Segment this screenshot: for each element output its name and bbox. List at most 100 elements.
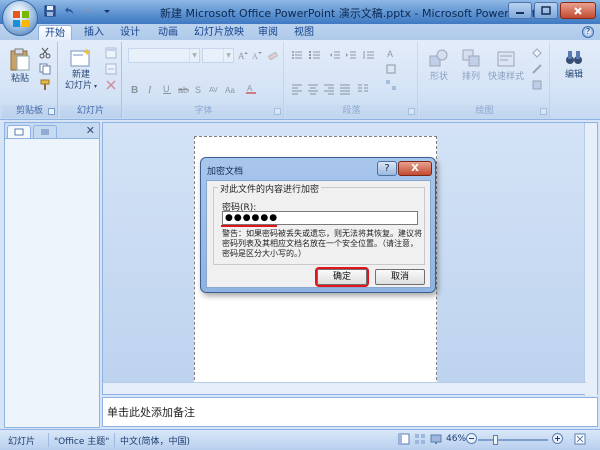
shape-fill-icon[interactable] [530,46,544,60]
zoom-slider[interactable] [478,439,548,441]
minimize-button[interactable] [508,2,532,19]
align-right-icon[interactable] [322,82,336,96]
save-icon[interactable] [42,3,58,19]
password-warning: 警告：如果密码被丢失或遗忘，则无法将其恢复。建议将密码列表及其相应文档名放在一个… [222,229,422,258]
office-button[interactable] [2,0,38,36]
password-input[interactable]: ●●●●●● [222,211,418,225]
numbering-icon[interactable] [308,48,322,62]
justify-icon[interactable] [338,82,352,96]
char-spacing-icon[interactable]: AV [208,82,222,96]
maximize-button[interactable] [534,2,558,19]
customize-qat-icon[interactable] [99,3,115,19]
vertical-scrollbar[interactable] [584,123,597,396]
copy-icon[interactable] [38,62,52,76]
svg-text:A: A [252,52,258,61]
status-slide: 幻灯片 [8,437,36,447]
grow-font-icon[interactable]: A [236,48,250,62]
quick-styles-button[interactable]: 快速样式 [486,48,526,83]
shrink-font-icon[interactable]: A [250,48,264,62]
tab-review[interactable]: 审阅 [254,25,282,40]
redo-icon[interactable] [80,3,96,19]
align-left-icon[interactable] [290,82,304,96]
shapes-button[interactable]: 形状 [424,48,454,83]
align-center-icon[interactable] [306,82,320,96]
paragraph-group-label: 段落 [286,105,417,118]
reset-slide-icon[interactable] [104,62,118,76]
tab-home[interactable]: 开始 [38,25,72,40]
font-color-icon[interactable]: A [244,82,258,96]
close-pane-icon[interactable]: ✕ [86,124,95,137]
align-text-icon[interactable] [384,62,398,76]
slide-sorter-icon[interactable] [414,433,426,448]
ribbon: 粘贴 剪贴板 新建 幻灯片 ▾ 幻灯片 ▼ ▼ A A B I U abc S … [0,40,600,120]
font-launcher[interactable] [274,108,281,115]
zoom-slider-thumb[interactable] [493,435,498,445]
text-direction-icon[interactable]: A [384,46,398,60]
italic-icon[interactable]: I [144,82,158,96]
editing-button[interactable]: 编辑 [556,48,592,81]
status-separator [114,433,115,447]
shape-effects-icon[interactable] [530,78,544,92]
help-icon[interactable]: ? [582,26,594,38]
close-window-button[interactable] [560,2,596,19]
bold-icon[interactable]: B [128,82,142,96]
font-name-combo[interactable]: ▼ [128,48,200,63]
slides-tab-icon[interactable] [7,125,31,138]
undo-icon[interactable] [61,3,77,19]
bullets-icon[interactable] [290,48,304,62]
svg-text:I: I [147,85,152,95]
normal-view-icon[interactable] [398,433,410,448]
zoom-level[interactable]: 46% [446,434,466,444]
change-case-icon[interactable]: Aa [224,82,238,96]
format-painter-icon[interactable] [38,78,52,92]
layout-icon[interactable] [104,46,118,60]
slides-outline-pane: ✕ [4,122,100,428]
outline-tab-icon[interactable] [33,125,57,138]
new-slide-button[interactable]: 新建 幻灯片 ▾ [64,48,98,92]
underline-icon[interactable]: U [160,82,174,96]
notes-placeholder: 单击此处添加备注 [107,406,195,419]
fit-to-window-icon[interactable] [574,433,586,448]
line-spacing-icon[interactable] [362,48,376,62]
font-size-combo[interactable]: ▼ [202,48,234,63]
paste-button[interactable]: 粘贴 [6,48,34,85]
ok-button[interactable]: 确定 [317,269,367,285]
clipboard-launcher[interactable] [48,108,55,115]
zoom-in-icon[interactable] [552,433,563,447]
delete-slide-icon[interactable] [104,78,118,92]
tab-insert[interactable]: 插入 [80,25,108,40]
encrypt-legend: 对此文件的内容进行加密 [218,182,322,195]
strikethrough-icon[interactable]: abc [176,82,190,96]
tab-design[interactable]: 设计 [116,25,144,40]
columns-icon[interactable] [356,82,370,96]
slides-group-label: 幻灯片 [60,105,121,118]
paragraph-launcher[interactable] [408,108,415,115]
decrease-indent-icon[interactable] [328,48,342,62]
tab-animations[interactable]: 动画 [154,25,182,40]
group-drawing: 形状 排列 快速样式 绘图 [420,42,550,118]
shape-outline-icon[interactable] [530,62,544,76]
status-language[interactable]: 中文(简体，中国) [120,434,190,447]
zoom-out-icon[interactable] [466,433,477,447]
svg-text:A: A [387,49,393,59]
quick-styles-label: 快速样式 [487,72,524,82]
tab-slideshow[interactable]: 幻灯片放映 [192,25,246,40]
notes-pane[interactable]: 单击此处添加备注 [102,397,598,427]
dialog-close-button[interactable]: X [398,161,432,176]
ribbon-tabs: 开始 插入 设计 动画 幻灯片放映 审阅 视图 ? [0,24,600,40]
horizontal-scrollbar[interactable] [103,382,586,394]
arrange-button[interactable]: 排列 [456,48,486,83]
cancel-button[interactable]: 取消 [375,269,425,285]
drawing-launcher[interactable] [540,108,547,115]
cut-icon[interactable] [38,46,52,60]
password-highlight [221,225,277,227]
drawing-group-label: 绘图 [420,105,549,118]
clear-format-icon[interactable] [266,48,280,62]
shadow-icon[interactable]: S [192,82,206,96]
slideshow-view-icon[interactable] [430,433,442,448]
smartart-icon[interactable] [384,78,398,92]
increase-indent-icon[interactable] [344,48,358,62]
dialog-help-button[interactable]: ? [377,161,397,176]
tab-view[interactable]: 视图 [290,25,318,40]
svg-text:A: A [247,84,253,93]
